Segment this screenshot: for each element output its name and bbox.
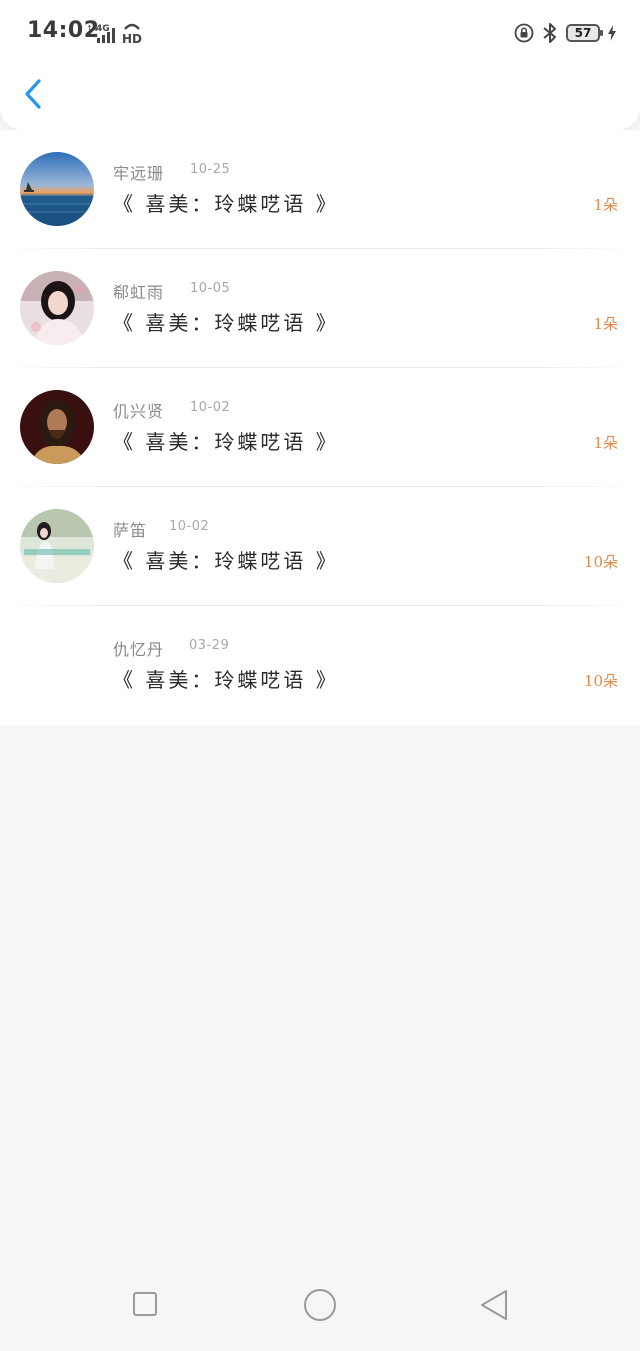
bluetooth-icon — [543, 23, 556, 43]
send-date: 10-02 — [169, 519, 210, 534]
back-button[interactable] — [18, 72, 54, 116]
top-header: 14:02 ↑↓ 4G HD 57 — [0, 0, 640, 130]
gift-title: 《 喜美：玲蝶呓语 》 — [113, 430, 339, 454]
list-item[interactable]: 萨笛 10-02 《 喜美：玲蝶呓语 》 10朵 — [0, 487, 640, 606]
avatar[interactable] — [20, 390, 94, 464]
avatar[interactable] — [20, 152, 94, 226]
flower-gift-list: 牢远珊 10-25 《 喜美：玲蝶呓语 》 1朵 郗虹雨 10-05 《 喜美：… — [0, 130, 640, 725]
flower-count: 1朵 — [593, 196, 618, 214]
status-right-icons: 57 — [514, 20, 616, 46]
send-date: 10-05 — [190, 281, 231, 296]
triangle-back-icon — [481, 1290, 507, 1320]
recent-apps-button[interactable] — [133, 1292, 157, 1316]
avatar-image-bearded-man — [20, 390, 94, 464]
list-item[interactable]: 郗虹雨 10-05 《 喜美：玲蝶呓语 》 1朵 — [0, 249, 640, 368]
list-item[interactable]: 仉兴贤 10-02 《 喜美：玲蝶呓语 》 1朵 — [0, 368, 640, 487]
flower-count: 10朵 — [583, 553, 618, 571]
rotation-lock-icon — [514, 23, 534, 43]
sender-name: 萨笛 — [113, 521, 148, 540]
system-nav-bar — [0, 1261, 640, 1351]
gift-title: 《 喜美：玲蝶呓语 》 — [113, 311, 339, 335]
sender-name: 仇忆丹 — [113, 640, 165, 659]
send-date: 03-29 — [189, 638, 230, 653]
list-item[interactable]: 牢远珊 10-25 《 喜美：玲蝶呓语 》 1朵 — [0, 130, 640, 249]
flower-count: 10朵 — [583, 672, 618, 690]
battery-level: 57 — [574, 26, 592, 40]
system-back-button[interactable] — [478, 1288, 512, 1322]
chevron-left-icon — [25, 79, 41, 109]
flower-count: 1朵 — [593, 315, 618, 333]
charging-icon — [608, 25, 616, 41]
battery-icon: 57 — [566, 24, 603, 42]
home-button[interactable] — [304, 1289, 336, 1321]
gift-title: 《 喜美：玲蝶呓语 》 — [113, 668, 339, 692]
sender-name: 牢远珊 — [113, 164, 165, 183]
avatar[interactable] — [20, 271, 94, 345]
send-date: 10-02 — [190, 400, 231, 415]
send-date: 10-25 — [190, 162, 231, 177]
avatar-image-girl-outdoor — [20, 509, 94, 583]
flower-count: 1朵 — [593, 434, 618, 452]
sender-name: 仉兴贤 — [113, 402, 165, 421]
gift-title: 《 喜美：玲蝶呓语 》 — [113, 549, 339, 573]
avatar-image-sunset-sea — [20, 152, 94, 226]
svg-text:HD: HD — [122, 32, 142, 44]
status-signal-group: ↑↓ 4G HD — [86, 20, 144, 44]
avatar-image-woman-portrait — [20, 271, 94, 345]
list-item[interactable]: 仇忆丹 03-29 《 喜美：玲蝶呓语 》 10朵 — [0, 606, 640, 725]
hd-voice-icon: HD — [122, 23, 142, 44]
sender-name: 郗虹雨 — [113, 283, 165, 302]
gift-title: 《 喜美：玲蝶呓语 》 — [113, 192, 339, 216]
avatar[interactable] — [20, 509, 94, 583]
signal-icon: ↑↓ 4G — [86, 24, 115, 43]
